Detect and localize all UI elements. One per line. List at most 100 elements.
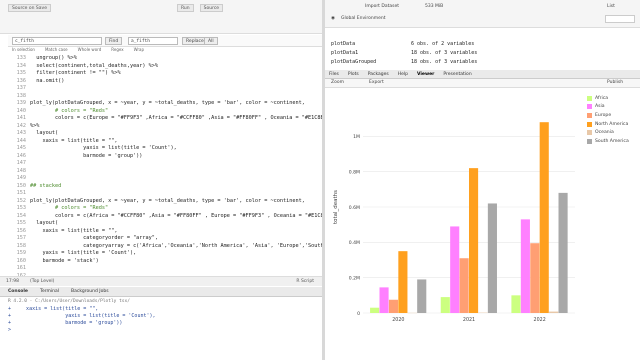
legend-label: Africa (595, 95, 609, 101)
viewer-tabs: Files Plots Packages Help Viewer Present… (325, 70, 640, 79)
export-button[interactable]: Export (369, 80, 384, 85)
viewer-bottom (325, 330, 640, 360)
source-button[interactable]: Source (199, 4, 224, 12)
y-axis-label: total_deaths (333, 190, 339, 224)
legend-item[interactable]: Asia (587, 103, 629, 112)
bar (558, 192, 568, 313)
source-on-save-checkbox[interactable]: Source on Save (8, 4, 51, 12)
line-text: ## stacked (30, 182, 62, 189)
line-text: layout( (30, 130, 59, 136)
option-in-selection[interactable]: In selection (12, 47, 35, 55)
legend-item[interactable]: Europe (587, 111, 629, 120)
bar (370, 307, 380, 313)
tab-packages[interactable]: Packages (368, 72, 389, 77)
option-match-case[interactable]: Match case (45, 47, 68, 55)
line-number: 140 (16, 107, 26, 114)
tab-terminal[interactable]: Terminal (40, 289, 59, 294)
y-tick-label: 0.2M (349, 275, 360, 281)
legend-swatch (587, 104, 592, 110)
tab-help[interactable]: Help (398, 72, 408, 77)
publish-button[interactable]: Publish (607, 80, 623, 85)
code-editor[interactable]: 133 ungroup() %>% 134 select(continent,to… (0, 55, 336, 324)
line-text: plot_ly(plotDataGrouped, x = ~year, y = … (30, 100, 305, 106)
search-options: In selection Match case Whole word Regex… (8, 47, 322, 55)
bar (440, 297, 450, 313)
bar-chart-svg: 0 0.2M 0.4M 0.6M 0.8M 1M total_deaths 2020 2021 2… (333, 122, 575, 323)
line-text: # colors = "Reds" (30, 107, 109, 114)
viewer-toolbar: Zoom Export Publish (325, 79, 640, 88)
tab-console[interactable]: Console (8, 289, 28, 294)
line-number: 143 (16, 130, 26, 136)
list-view-toggle[interactable]: List (607, 4, 615, 9)
replace-input[interactable]: a_fifth (128, 37, 178, 45)
import-dataset-button[interactable]: Import Dataset (365, 4, 399, 9)
line-text: # colors = "Reds" (30, 205, 109, 211)
line-number: 148 (16, 167, 26, 174)
console-prompt[interactable]: > (8, 327, 11, 334)
legend-item[interactable]: North America (587, 120, 629, 129)
tab-plots[interactable]: Plots (348, 72, 359, 77)
legend-label: Europe (595, 112, 612, 118)
file-type[interactable]: R Script (296, 279, 314, 284)
environment-toolbar: Import Dataset 533 MiB List ◉ Global Env… (325, 0, 640, 28)
y-tick-label: 0.8M (349, 169, 360, 175)
memory-usage: 533 MiB (425, 4, 444, 9)
chart-legend: Africa Asia Europe North America Oceania Sout… (587, 94, 629, 146)
option-wrap[interactable]: Wrap (134, 47, 144, 55)
x-tick-label: 2021 (463, 317, 475, 323)
option-whole-word[interactable]: Whole word (78, 47, 102, 55)
console-output[interactable]: R 4.2.0 · C:/Users/User/Downloads/Plotly… (0, 297, 322, 360)
find-replace-bar: c_fifth Find a_fifth Replace All (8, 35, 322, 47)
line-number: 157 (16, 235, 26, 241)
line-number: 134 (16, 62, 26, 69)
bar (379, 287, 389, 313)
bar (417, 279, 427, 313)
line-number: 150 (16, 182, 26, 189)
option-regex[interactable]: Regex (111, 47, 123, 55)
y-tick-label: 0 (357, 311, 360, 317)
line-number: 151 (16, 190, 26, 196)
tab-viewer[interactable]: Viewer (417, 72, 434, 77)
scope-selector[interactable]: Global Environment (341, 16, 386, 21)
line-number: 160 (16, 257, 26, 264)
environment-list: plotData 6 obs. of 2 variables plotData1 1… (331, 41, 478, 65)
line-number: 139 (16, 100, 26, 106)
line-number: 149 (16, 175, 26, 181)
tab-presentation[interactable]: Presentation (443, 72, 471, 77)
line-text: ungroup() %>% (30, 55, 77, 61)
line-number: 153 (16, 205, 26, 211)
legend-label: Oceania (595, 130, 614, 136)
legend-item[interactable]: South America (587, 137, 629, 146)
line-text: yaxis = list(title = 'Count'), (30, 250, 137, 256)
bar (459, 258, 469, 313)
find-input[interactable]: c_fifth (12, 37, 102, 45)
bar (520, 219, 530, 313)
bar (388, 299, 399, 313)
bar (469, 168, 479, 313)
replace-all-button[interactable]: All (204, 37, 218, 45)
legend-item[interactable]: Africa (587, 94, 629, 103)
y-tick-label: 1M (353, 134, 360, 140)
line-number: 137 (16, 85, 26, 91)
tab-files[interactable]: Files (329, 72, 339, 77)
legend-label: South America (595, 138, 629, 144)
line-number: 145 (16, 145, 26, 151)
line-text: xaxis = list(title = "", (30, 227, 118, 234)
tab-background-jobs[interactable]: Background Jobs (71, 289, 109, 294)
scope-indicator[interactable]: (Top Level) (30, 279, 54, 284)
legend-swatch (587, 95, 592, 101)
line-number: 154 (16, 212, 26, 219)
y-tick-label: 0.4M (349, 240, 360, 246)
legend-item[interactable]: Oceania (587, 128, 629, 137)
zoom-button[interactable]: Zoom (331, 80, 344, 85)
environment-search-input[interactable] (605, 15, 635, 23)
bar (530, 243, 540, 313)
run-button[interactable]: Run (176, 4, 194, 12)
line-number: 141 (16, 115, 26, 121)
find-button[interactable]: Find (105, 37, 123, 45)
x-tick-label: 2022 (534, 317, 546, 323)
bar (539, 122, 549, 313)
line-text: filter(continent != "") %>% (30, 70, 121, 76)
plotly-chart[interactable]: 0 0.2M 0.4M 0.6M 0.8M 1M total_deaths 2020 2021 2… (325, 89, 640, 330)
line-text: layout( (30, 220, 59, 226)
